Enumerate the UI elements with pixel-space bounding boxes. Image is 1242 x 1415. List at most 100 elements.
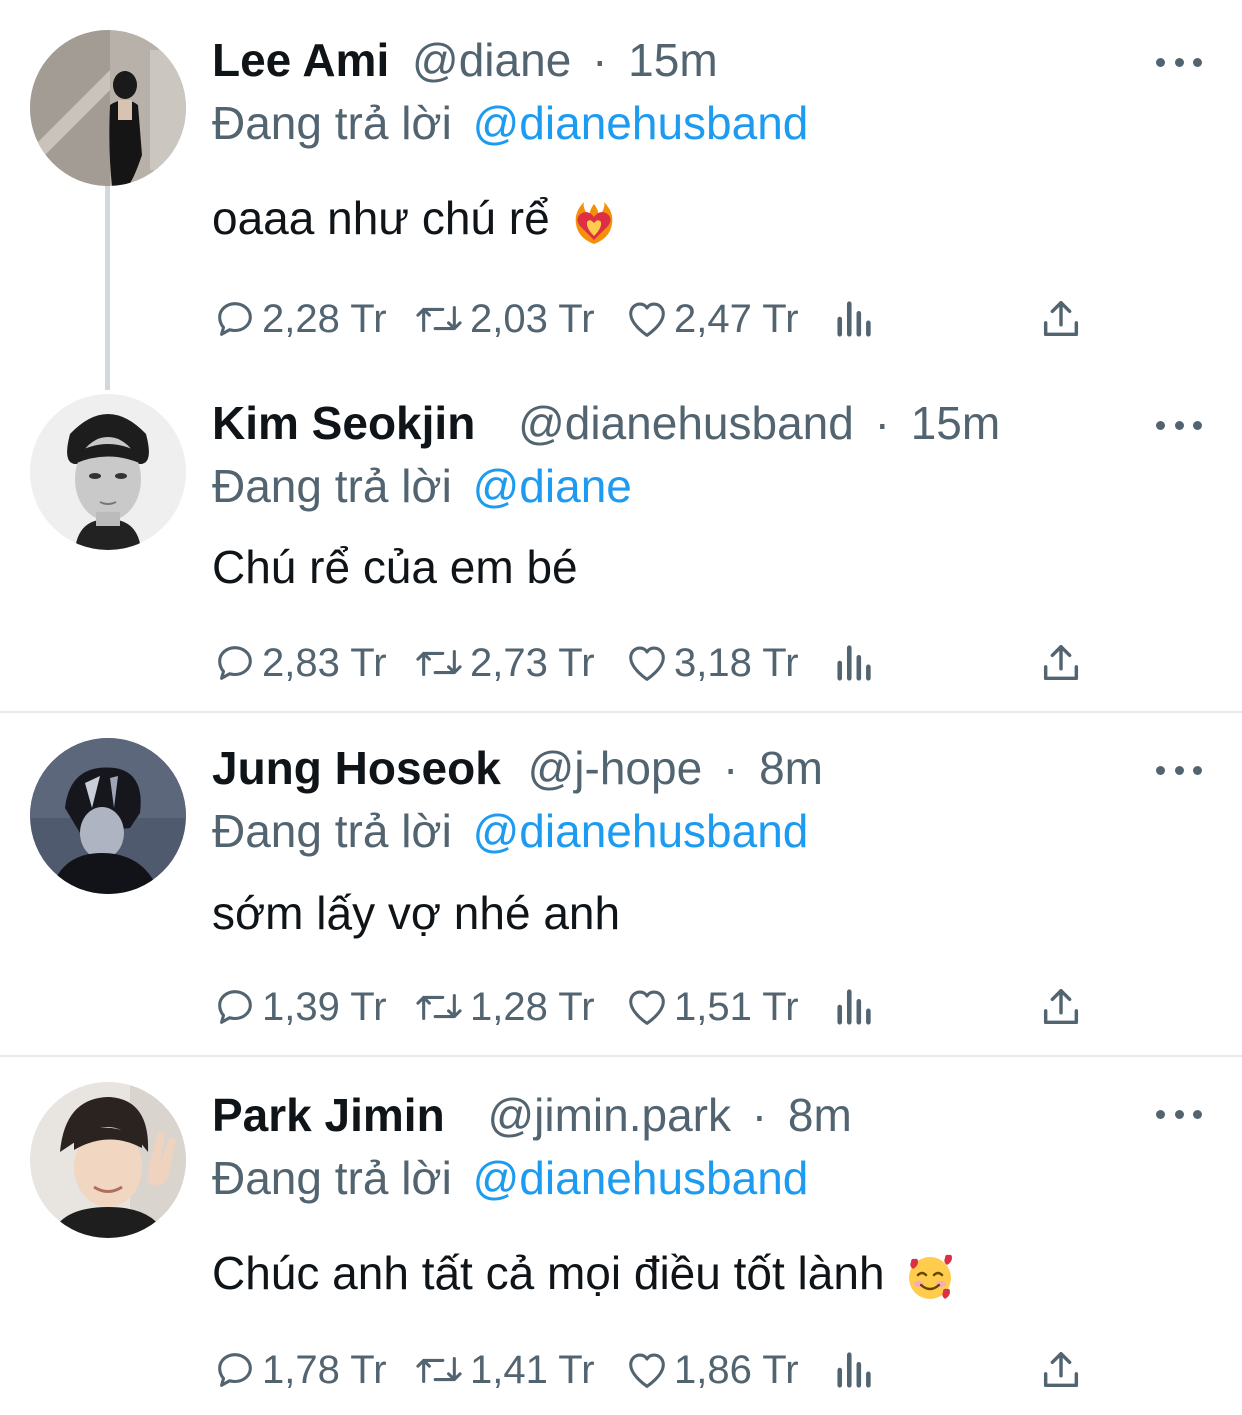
analytics-button[interactable] [834,633,876,693]
analytics-button[interactable] [834,289,876,349]
retweet-count: 1,28 Tr [470,984,595,1029]
retweet-icon [416,1356,462,1384]
display-name[interactable]: Lee Ami [212,34,389,86]
display-name[interactable]: Park Jimin [212,1089,445,1141]
tweet-text: sớm lấy vợ nhé anh [212,887,621,939]
reply-button[interactable]: 2,28 Tr [212,289,387,349]
like-button[interactable]: 2,47 Tr [624,289,799,349]
analytics-icon [837,645,871,681]
more-options-icon[interactable] [1156,1104,1202,1124]
timestamp[interactable]: 15m [628,34,717,86]
tweet-text-content: Chúc anh tất cả mọi điều tốt lành [212,1247,885,1299]
like-count: 1,86 Tr [674,1347,799,1392]
timestamp[interactable]: 8m [759,742,823,794]
like-button[interactable]: 1,86 Tr [624,1340,799,1400]
reply-context: Đang trả lời @dianehusband [212,801,808,861]
avatar-photo [30,738,186,894]
more-options-icon[interactable] [1156,760,1202,780]
reply-context: Đang trả lời @dianehusband [212,1148,808,1208]
analytics-button[interactable] [834,1340,876,1400]
reply-button[interactable]: 1,39 Tr [212,977,387,1037]
like-button[interactable]: 3,18 Tr [624,633,799,693]
separator-dot: · [751,1089,768,1141]
tweet-actions: 2,28 Tr 2,03 Tr 2,47 Tr [212,289,1092,349]
reply-mention-link[interactable]: @dianehusband [473,97,809,149]
heart-icon [629,646,665,681]
share-button[interactable] [1038,633,1084,693]
tweet-actions: 1,39 Tr 1,28 Tr 1,51 Tr [212,977,1092,1037]
display-name[interactable]: Kim Seokjin [212,397,475,449]
share-button[interactable] [1038,289,1084,349]
avatar[interactable] [30,1082,186,1238]
analytics-icon [837,989,871,1025]
reply-mention-link[interactable]: @diane [473,460,632,512]
like-count: 3,18 Tr [674,640,799,685]
like-button[interactable]: 1,51 Tr [624,977,799,1037]
retweet-icon [416,305,462,333]
separator-dot: · [874,397,890,449]
tweet-text-content: oaaa như chú rể [212,192,550,244]
retweet-button[interactable]: 1,41 Tr [412,1340,595,1400]
reply-mention-link[interactable]: @dianehusband [473,1152,809,1204]
separator-dot: · [722,742,739,794]
tweet[interactable]: Lee Ami @diane · 15m Đang trả lời @diane… [0,0,1242,390]
separator-dot: · [592,34,608,86]
tweet[interactable]: Jung Hoseok @j-hope · 8m Đang trả lời @d… [0,713,1242,1055]
thread-connector [105,186,110,390]
tweet-text: Chú rể của em bé [212,541,578,593]
share-icon [1043,988,1079,1025]
reply-button[interactable]: 2,83 Tr [212,633,387,693]
tweet-header: Park Jimin @jimin.park · 8m [212,1085,852,1145]
avatar-photo [30,30,186,186]
retweet-count: 2,03 Tr [470,296,595,341]
analytics-icon [837,1352,871,1388]
tweet-text: oaaa như chú rể [212,188,618,248]
retweet-button[interactable]: 2,73 Tr [412,633,595,693]
user-handle[interactable]: @dianehusband [518,397,854,449]
more-options-icon[interactable] [1156,415,1202,435]
reply-count: 2,28 Tr [262,296,387,341]
retweet-icon [416,649,462,677]
tweet-actions: 2,83 Tr 2,73 Tr 3,18 Tr [212,633,1092,693]
analytics-icon [837,301,871,337]
timestamp[interactable]: 8m [788,1089,852,1141]
retweet-button[interactable]: 1,28 Tr [412,977,595,1037]
reply-prefix: Đang trả lời [212,1152,452,1204]
share-button[interactable] [1038,1340,1084,1400]
reply-icon [218,302,252,336]
like-count: 1,51 Tr [674,984,799,1029]
reply-context: Đang trả lời @dianehusband [212,93,808,153]
heart-on-fire-emoji [576,201,613,244]
avatar[interactable] [30,738,186,894]
user-handle[interactable]: @jimin.park [487,1089,731,1141]
retweet-icon [416,993,462,1021]
like-count: 2,47 Tr [674,296,799,341]
avatar-photo [30,394,186,550]
reply-button[interactable]: 1,78 Tr [212,1340,387,1400]
avatar[interactable] [30,30,186,186]
share-button[interactable] [1038,977,1084,1037]
smiling-face-with-hearts-emoji [909,1254,953,1299]
avatar[interactable] [30,394,186,550]
reply-mention-link[interactable]: @dianehusband [473,805,809,857]
analytics-button[interactable] [834,977,876,1037]
timestamp[interactable]: 15m [911,397,1000,449]
tweet-header: Jung Hoseok @j-hope · 8m [212,738,823,798]
tweet[interactable]: Kim Seokjin @dianehusband · 15m Đang trả… [0,390,1242,710]
reply-icon [218,990,252,1024]
reply-count: 1,78 Tr [262,1347,387,1392]
retweet-count: 2,73 Tr [470,640,595,685]
user-handle[interactable]: @diane [412,34,571,86]
heart-icon [629,1353,665,1388]
tweet-header: Kim Seokjin @dianehusband · 15m [212,393,1000,453]
reply-prefix: Đang trả lời [212,97,452,149]
tweet[interactable]: Park Jimin @jimin.park · 8m Đang trả lời… [0,1057,1242,1415]
heart-icon [629,302,665,337]
tweet-actions: 1,78 Tr 1,41 Tr 1,86 Tr [212,1340,1092,1400]
share-icon [1043,644,1079,681]
more-options-icon[interactable] [1156,52,1202,72]
display-name[interactable]: Jung Hoseok [212,742,501,794]
user-handle[interactable]: @j-hope [528,742,703,794]
retweet-button[interactable]: 2,03 Tr [412,289,595,349]
retweet-count: 1,41 Tr [470,1347,595,1392]
